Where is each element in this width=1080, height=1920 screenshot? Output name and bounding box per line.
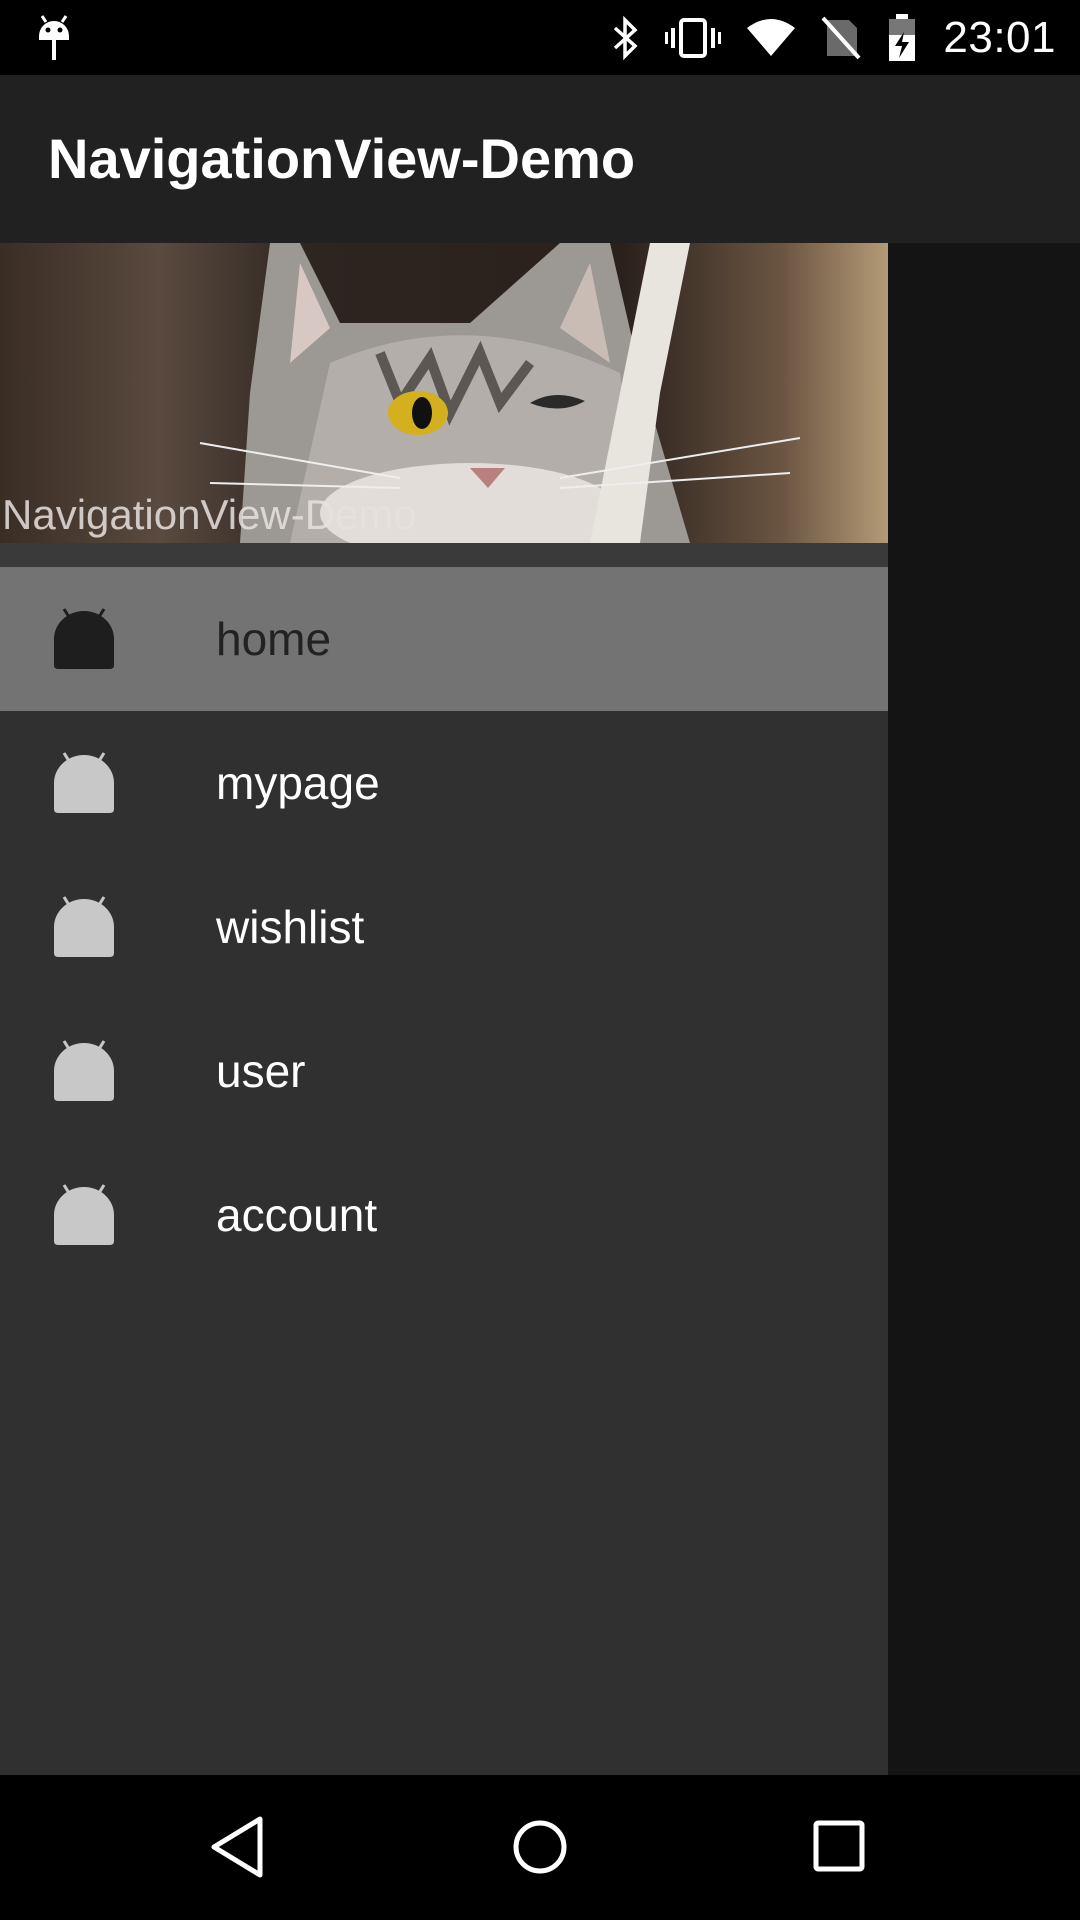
- drawer-item-label: user: [216, 1045, 306, 1097]
- battery-charging-icon: [887, 13, 917, 62]
- home-icon[interactable]: [508, 1815, 572, 1879]
- android-debug-icon: [36, 14, 72, 62]
- clock: 23:01: [943, 12, 1056, 62]
- drawer-menu: home mypage wishlist user account: [0, 567, 888, 1287]
- drawer-divider: [0, 543, 888, 567]
- drawer-item-account[interactable]: account: [0, 1143, 888, 1287]
- status-icons: 23:01: [611, 0, 1056, 75]
- recents-icon[interactable]: [808, 1815, 872, 1879]
- system-navigation-bar: [0, 1775, 1080, 1920]
- navigation-drawer: NavigationView-Demo home mypage wishlist…: [0, 243, 888, 1775]
- drawer-item-label: wishlist: [216, 901, 365, 953]
- no-sim-icon: [821, 16, 861, 60]
- android-icon: [54, 896, 114, 957]
- drawer-item-home[interactable]: home: [0, 567, 888, 711]
- drawer-header-title: NavigationView-Demo: [2, 491, 417, 538]
- wifi-icon: [747, 18, 796, 58]
- vibrate-icon: [665, 16, 722, 60]
- android-icon: [54, 752, 114, 813]
- bluetooth-icon: [611, 15, 639, 60]
- screen: 23:01 NavigationView-Demo NavigationView…: [0, 0, 1080, 1920]
- drawer-item-label: mypage: [216, 757, 380, 809]
- android-icon: [54, 1040, 114, 1101]
- drawer-item-label: account: [216, 1189, 378, 1241]
- drawer-item-mypage[interactable]: mypage: [0, 711, 888, 855]
- app-title: NavigationView-Demo: [48, 127, 636, 190]
- drawer-item-wishlist[interactable]: wishlist: [0, 855, 888, 999]
- app-bar: NavigationView-Demo: [0, 75, 1080, 243]
- status-bar: 23:01: [0, 0, 1080, 75]
- android-icon: [54, 608, 114, 669]
- back-icon[interactable]: [208, 1815, 272, 1879]
- drawer-header: NavigationView-Demo: [0, 243, 888, 543]
- drawer-item-user[interactable]: user: [0, 999, 888, 1143]
- drawer-item-label: home: [216, 613, 332, 665]
- android-icon: [54, 1184, 114, 1245]
